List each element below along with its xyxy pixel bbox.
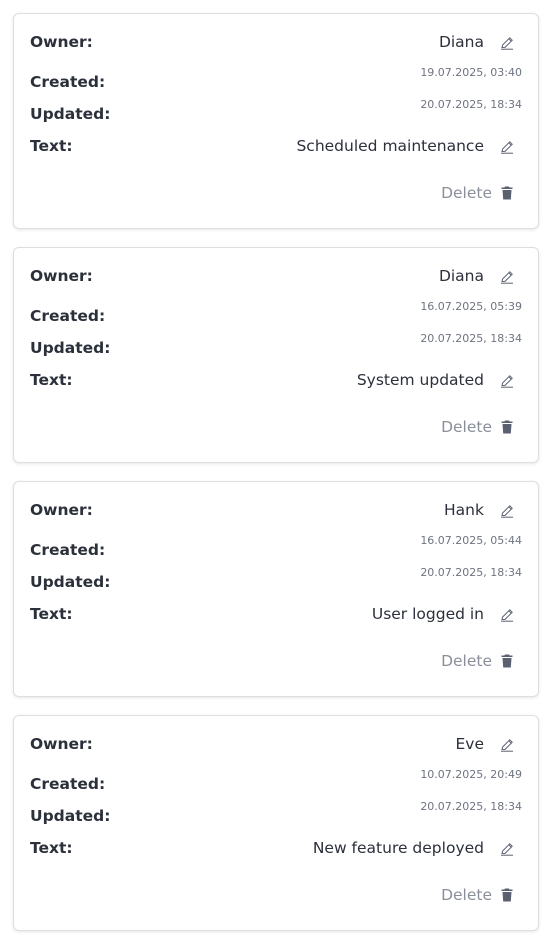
updated-label: Updated: xyxy=(30,339,111,357)
text-value: User logged in xyxy=(371,605,484,623)
updated-value: 20.07.2025, 18:34 xyxy=(420,332,522,345)
delete-label: Delete xyxy=(441,418,492,436)
entry-card: Owner: Hank Created: 16.07.2025, 05:44 U… xyxy=(13,481,539,697)
entry-card: Owner: Eve Created: 10.07.2025, 20:49 Up… xyxy=(13,715,539,931)
created-row: Created: 16.07.2025, 05:44 xyxy=(30,534,522,562)
owner-value: Eve xyxy=(455,735,484,753)
delete-button[interactable]: Delete xyxy=(441,649,513,673)
updated-row: Updated: 20.07.2025, 18:34 xyxy=(30,566,522,594)
created-row: Created: 10.07.2025, 20:49 xyxy=(30,768,522,796)
edit-text-pencil-icon[interactable] xyxy=(500,842,514,856)
delete-label: Delete xyxy=(441,886,492,904)
edit-text-pencil-icon[interactable] xyxy=(500,608,514,622)
owner-row: Owner: Diana xyxy=(30,30,522,54)
created-row: Created: 16.07.2025, 05:39 xyxy=(30,300,522,328)
created-value: 16.07.2025, 05:39 xyxy=(420,300,522,313)
created-label: Created: xyxy=(30,73,106,91)
text-value: Scheduled maintenance xyxy=(296,137,484,155)
entry-list: Owner: Diana Created: 19.07.2025, 03:40 … xyxy=(0,0,554,941)
owner-label: Owner: xyxy=(30,501,93,519)
owner-row: Owner: Diana xyxy=(30,264,522,288)
created-value: 19.07.2025, 03:40 xyxy=(420,66,522,79)
owner-value: Diana xyxy=(438,267,484,285)
updated-row: Updated: 20.07.2025, 18:34 xyxy=(30,98,522,126)
text-label: Text: xyxy=(30,839,73,857)
entry-card: Owner: Diana Created: 16.07.2025, 05:39 … xyxy=(13,247,539,463)
text-label: Text: xyxy=(30,371,73,389)
edit-owner-pencil-icon[interactable] xyxy=(500,504,514,518)
updated-value: 20.07.2025, 18:34 xyxy=(420,98,522,111)
trash-icon xyxy=(501,888,513,902)
created-label: Created: xyxy=(30,541,106,559)
owner-label: Owner: xyxy=(30,33,93,51)
created-label: Created: xyxy=(30,307,106,325)
text-value: New feature deployed xyxy=(312,839,484,857)
owner-row: Owner: Hank xyxy=(30,498,522,522)
text-row: Text: New feature deployed xyxy=(30,836,522,860)
edit-owner-pencil-icon[interactable] xyxy=(500,270,514,284)
text-row: Text: System updated xyxy=(30,368,522,392)
delete-button[interactable]: Delete xyxy=(441,883,513,907)
edit-owner-pencil-icon[interactable] xyxy=(500,36,514,50)
entry-card: Owner: Diana Created: 19.07.2025, 03:40 … xyxy=(13,13,539,229)
updated-row: Updated: 20.07.2025, 18:34 xyxy=(30,800,522,828)
created-label: Created: xyxy=(30,775,106,793)
trash-icon xyxy=(501,420,513,434)
created-row: Created: 19.07.2025, 03:40 xyxy=(30,66,522,94)
owner-label: Owner: xyxy=(30,735,93,753)
updated-value: 20.07.2025, 18:34 xyxy=(420,800,522,813)
updated-row: Updated: 20.07.2025, 18:34 xyxy=(30,332,522,360)
owner-row: Owner: Eve xyxy=(30,732,522,756)
delete-button[interactable]: Delete xyxy=(441,415,513,439)
updated-label: Updated: xyxy=(30,807,111,825)
updated-label: Updated: xyxy=(30,573,111,591)
created-value: 10.07.2025, 20:49 xyxy=(420,768,522,781)
delete-button[interactable]: Delete xyxy=(441,181,513,205)
edit-owner-pencil-icon[interactable] xyxy=(500,738,514,752)
created-value: 16.07.2025, 05:44 xyxy=(420,534,522,547)
delete-label: Delete xyxy=(441,184,492,202)
trash-icon xyxy=(501,654,513,668)
trash-icon xyxy=(501,186,513,200)
owner-value: Hank xyxy=(444,501,484,519)
delete-label: Delete xyxy=(441,652,492,670)
text-label: Text: xyxy=(30,605,73,623)
text-value: System updated xyxy=(356,371,484,389)
updated-value: 20.07.2025, 18:34 xyxy=(420,566,522,579)
edit-text-pencil-icon[interactable] xyxy=(500,374,514,388)
edit-text-pencil-icon[interactable] xyxy=(500,140,514,154)
text-row: Text: User logged in xyxy=(30,602,522,626)
updated-label: Updated: xyxy=(30,105,111,123)
text-label: Text: xyxy=(30,137,73,155)
text-row: Text: Scheduled maintenance xyxy=(30,134,522,158)
owner-label: Owner: xyxy=(30,267,93,285)
owner-value: Diana xyxy=(438,33,484,51)
